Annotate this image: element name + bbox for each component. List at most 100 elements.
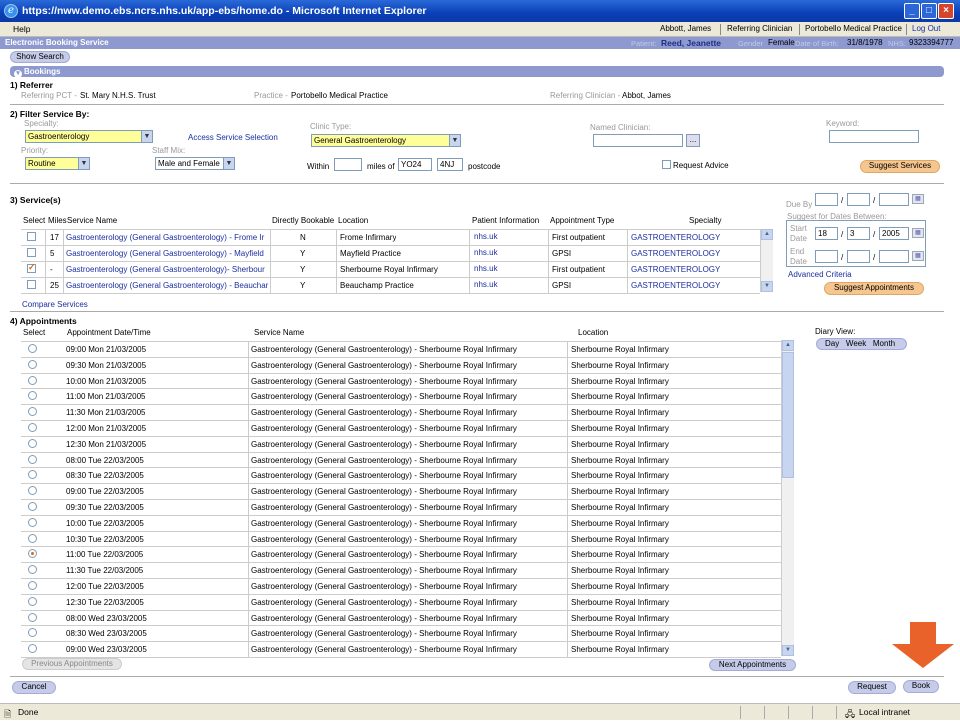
request-button[interactable]: Request bbox=[848, 681, 896, 694]
service-select-checkbox[interactable] bbox=[27, 262, 36, 273]
day-view-button[interactable]: Day bbox=[825, 339, 839, 348]
end-year-field[interactable] bbox=[879, 250, 909, 263]
clinic-type-select[interactable]: General Gastroenterology ▼ bbox=[311, 134, 461, 147]
compare-services-link[interactable]: Compare Services bbox=[22, 300, 88, 309]
appointment-select-radio[interactable] bbox=[28, 628, 37, 637]
service-name-link[interactable]: Gastroenterology (General Gastroenterolo… bbox=[66, 281, 270, 290]
end-day-field[interactable] bbox=[815, 250, 838, 263]
dob-label: Date of Birth: bbox=[795, 39, 839, 48]
start-month-field[interactable]: 3 bbox=[847, 227, 870, 240]
book-button[interactable]: Book bbox=[903, 680, 939, 693]
bookings-header[interactable]: ▾ Bookings bbox=[10, 66, 944, 78]
divider bbox=[10, 676, 944, 677]
service-select-checkbox[interactable] bbox=[27, 280, 36, 289]
collapse-icon[interactable]: ▾ bbox=[14, 70, 22, 78]
service-name-link[interactable]: Gastroenterology (General Gastroenterolo… bbox=[66, 249, 270, 258]
due-by-day-field[interactable] bbox=[815, 193, 838, 206]
keyword-field[interactable] bbox=[829, 130, 919, 143]
appointment-select-radio[interactable] bbox=[28, 613, 37, 622]
maximize-icon[interactable]: □ bbox=[921, 3, 937, 19]
request-advice-checkbox[interactable] bbox=[662, 160, 671, 169]
service-info-link[interactable]: nhs.uk bbox=[474, 232, 498, 241]
advanced-criteria-link[interactable]: Advanced Criteria bbox=[788, 270, 852, 279]
col-directly-bookable: Directly Bookable bbox=[272, 216, 335, 225]
named-clinician-lookup-button[interactable]: ... bbox=[686, 134, 700, 147]
due-by-month-field[interactable] bbox=[847, 193, 870, 206]
appointment-select-radio[interactable] bbox=[28, 534, 37, 543]
appointment-select-radio[interactable] bbox=[28, 376, 37, 385]
named-clinician-field[interactable] bbox=[593, 134, 683, 147]
appointment-select-radio[interactable] bbox=[28, 549, 37, 558]
service-info-link[interactable]: nhs.uk bbox=[474, 264, 498, 273]
calendar-icon[interactable]: ▦ bbox=[912, 194, 924, 204]
scroll-thumb[interactable] bbox=[782, 352, 794, 478]
service-info-link[interactable]: nhs.uk bbox=[474, 280, 498, 289]
start-year-field[interactable]: 2005 bbox=[879, 227, 909, 240]
start-day-field[interactable]: 18 bbox=[815, 227, 838, 240]
previous-appointments-button[interactable]: Previous Appointments bbox=[22, 658, 122, 670]
date-slash: / bbox=[873, 230, 876, 239]
next-appointments-button[interactable]: Next Appointments bbox=[709, 659, 796, 671]
month-view-button[interactable]: Month bbox=[873, 339, 895, 348]
due-by-year-field[interactable] bbox=[879, 193, 909, 206]
end-month-field[interactable] bbox=[847, 250, 870, 263]
scroll-down-icon[interactable]: ▼ bbox=[761, 281, 773, 292]
calendar-icon[interactable]: ▦ bbox=[912, 251, 924, 261]
service-select-checkbox[interactable] bbox=[27, 248, 36, 257]
scroll-up-icon[interactable]: ▲ bbox=[761, 229, 773, 240]
appointment-select-radio[interactable] bbox=[28, 644, 37, 653]
services-scrollbar[interactable]: ▲ ▼ bbox=[760, 229, 773, 292]
divider bbox=[10, 311, 944, 312]
week-view-button[interactable]: Week bbox=[846, 339, 866, 348]
scroll-down-icon[interactable]: ▼ bbox=[782, 645, 794, 656]
appointment-select-radio[interactable] bbox=[28, 391, 37, 400]
minimize-icon[interactable]: _ bbox=[904, 3, 920, 19]
staff-mix-select[interactable]: Male and Female ▼ bbox=[155, 157, 235, 170]
scroll-up-icon[interactable]: ▲ bbox=[782, 340, 794, 351]
appointment-select-radio[interactable] bbox=[28, 565, 37, 574]
specialty-select[interactable]: Gastroenterology ▼ bbox=[25, 130, 153, 143]
service-name-link[interactable]: Gastroenterology (General Gastroenterolo… bbox=[66, 233, 270, 242]
cancel-button[interactable]: Cancel bbox=[12, 681, 56, 694]
logout-link[interactable]: Log Out bbox=[912, 24, 940, 33]
appointment-select-radio[interactable] bbox=[28, 518, 37, 527]
appointment-date-time: 12:30 Mon 21/03/2005 bbox=[66, 440, 147, 449]
show-search-button[interactable]: Show Search bbox=[10, 51, 70, 63]
appointment-select-radio[interactable] bbox=[28, 597, 37, 606]
calendar-icon[interactable]: ▦ bbox=[912, 228, 924, 238]
appointment-location: Sherbourne Royal Infirmary bbox=[571, 471, 669, 480]
suggest-services-button[interactable]: Suggest Services bbox=[860, 160, 940, 173]
appointment-location: Sherbourne Royal Infirmary bbox=[571, 408, 669, 417]
postcode-part2-field[interactable]: 4NJ bbox=[437, 158, 463, 171]
appointment-select-radio[interactable] bbox=[28, 423, 37, 432]
close-icon[interactable]: × bbox=[938, 3, 954, 19]
appointments-scrollbar[interactable]: ▲ ▼ bbox=[781, 340, 794, 656]
service-info-link[interactable]: nhs.uk bbox=[474, 248, 498, 257]
service-select-checkbox[interactable] bbox=[27, 232, 36, 241]
appointment-select-radio[interactable] bbox=[28, 360, 37, 369]
within-miles-field[interactable] bbox=[334, 158, 362, 171]
row-separator bbox=[21, 341, 781, 342]
suggest-appointments-button[interactable]: Suggest Appointments bbox=[824, 282, 924, 295]
priority-select[interactable]: Routine ▼ bbox=[25, 157, 90, 170]
appointment-select-radio[interactable] bbox=[28, 344, 37, 353]
appointment-select-radio[interactable] bbox=[28, 455, 37, 464]
appointment-select-radio[interactable] bbox=[28, 581, 37, 590]
date-slash: / bbox=[841, 253, 844, 262]
appointment-select-radio[interactable] bbox=[28, 470, 37, 479]
appointment-date-time: 12:00 Mon 21/03/2005 bbox=[66, 424, 147, 433]
appointment-select-radio[interactable] bbox=[28, 407, 37, 416]
help-menu[interactable]: Help bbox=[13, 24, 30, 34]
service-name-link[interactable]: Gastroenterology (General Gastroenterolo… bbox=[66, 265, 270, 274]
column-separator bbox=[270, 229, 271, 293]
access-service-selection-link[interactable]: Access Service Selection bbox=[188, 133, 278, 142]
pct-value: St. Mary N.H.S. Trust bbox=[80, 91, 156, 100]
appointment-location: Sherbourne Royal Infirmary bbox=[571, 361, 669, 370]
appointment-location: Sherbourne Royal Infirmary bbox=[571, 550, 669, 559]
status-text: Done bbox=[18, 707, 39, 717]
specialty-label: Specialty: bbox=[24, 119, 59, 128]
postcode-part1-field[interactable]: YO24 bbox=[398, 158, 432, 171]
appointment-select-radio[interactable] bbox=[28, 502, 37, 511]
appointment-select-radio[interactable] bbox=[28, 439, 37, 448]
appointment-select-radio[interactable] bbox=[28, 486, 37, 495]
